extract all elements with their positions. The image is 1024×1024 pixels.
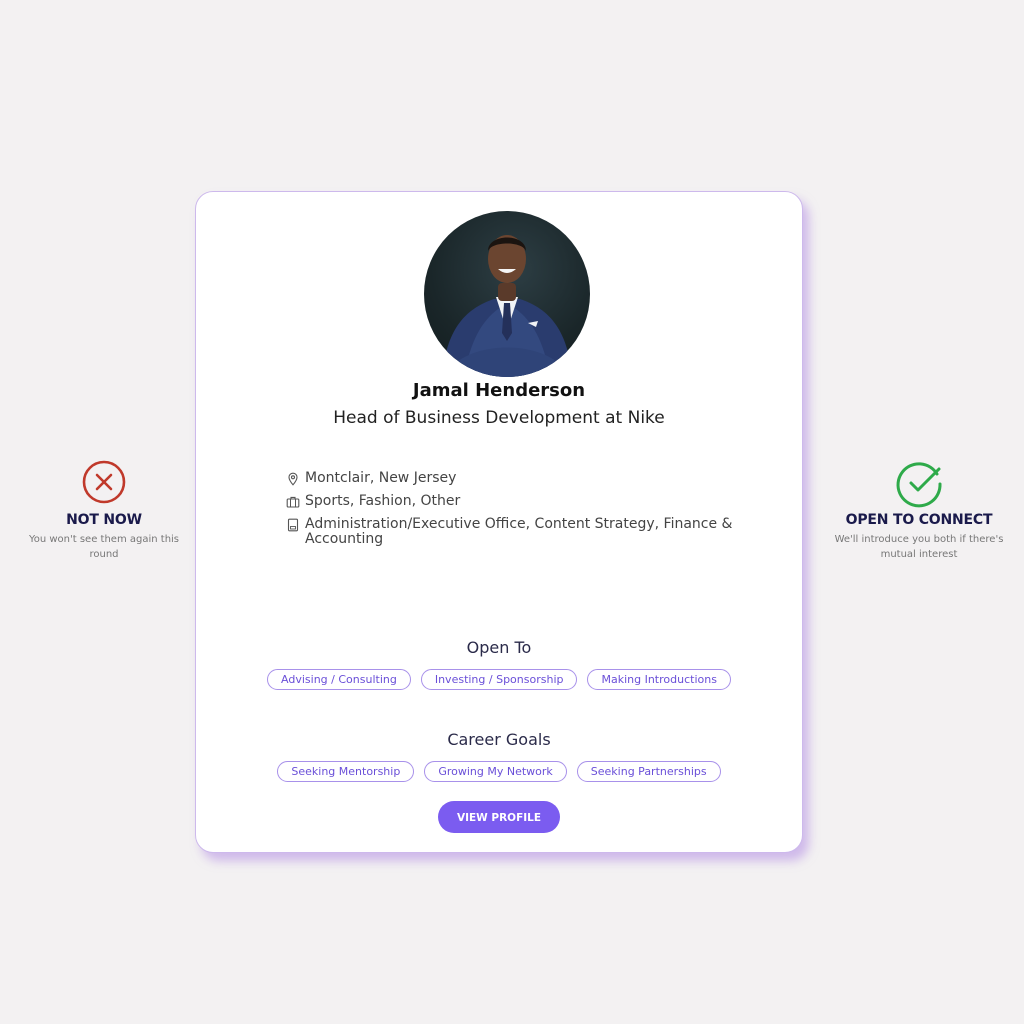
avatar <box>424 211 590 377</box>
detail-functions: Administration/Executive Office, Content… <box>286 517 756 547</box>
functions-text: Administration/Executive Office, Content… <box>305 516 733 547</box>
detail-location: Montclair, New Jersey <box>286 471 756 486</box>
view-profile-button[interactable]: VIEW PROFILE <box>438 801 560 833</box>
open-to-title: Open To <box>466 638 532 657</box>
industries-text: Sports, Fashion, Other <box>305 493 461 509</box>
not-now-action[interactable]: NOT NOW You won't see them again this ro… <box>19 458 189 562</box>
open-to-tags: Advising / Consulting Investing / Sponso… <box>196 669 802 690</box>
profile-name: Jamal Henderson <box>412 380 586 401</box>
open-to-tag: Advising / Consulting <box>267 669 411 690</box>
not-now-subtitle: You won't see them again this round <box>28 534 180 560</box>
career-goal-tag: Growing My Network <box>424 761 567 782</box>
open-to-connect-title: OPEN TO CONNECT <box>845 512 993 528</box>
not-now-title: NOT NOW <box>66 512 142 528</box>
open-to-connect-subtitle: We'll introduce you both if there's mutu… <box>834 534 1004 560</box>
close-circle-icon[interactable] <box>80 458 128 506</box>
location-pin-icon <box>286 472 300 486</box>
open-to-tag: Making Introductions <box>587 669 731 690</box>
profile-details: Montclair, New Jersey Sports, Fashion, O… <box>286 471 756 555</box>
profile-card: Jamal Henderson Head of Business Develop… <box>195 191 803 853</box>
briefcase-icon <box>286 495 300 509</box>
career-goal-tag: Seeking Partnerships <box>576 761 721 782</box>
building-icon <box>286 518 300 532</box>
career-goals-title: Career Goals <box>447 730 551 749</box>
open-to-tag: Investing / Sponsorship <box>420 669 578 690</box>
check-circle-icon[interactable] <box>895 458 943 508</box>
career-goals-tags: Seeking Mentorship Growing My Network Se… <box>196 761 802 782</box>
career-goal-tag: Seeking Mentorship <box>277 761 415 782</box>
open-to-connect-action[interactable]: OPEN TO CONNECT We'll introduce you both… <box>834 458 1004 562</box>
match-screen: NOT NOW You won't see them again this ro… <box>0 0 1024 1024</box>
location-text: Montclair, New Jersey <box>305 470 457 486</box>
profile-headline: Head of Business Development at Nike <box>333 408 665 428</box>
detail-industries: Sports, Fashion, Other <box>286 494 756 509</box>
